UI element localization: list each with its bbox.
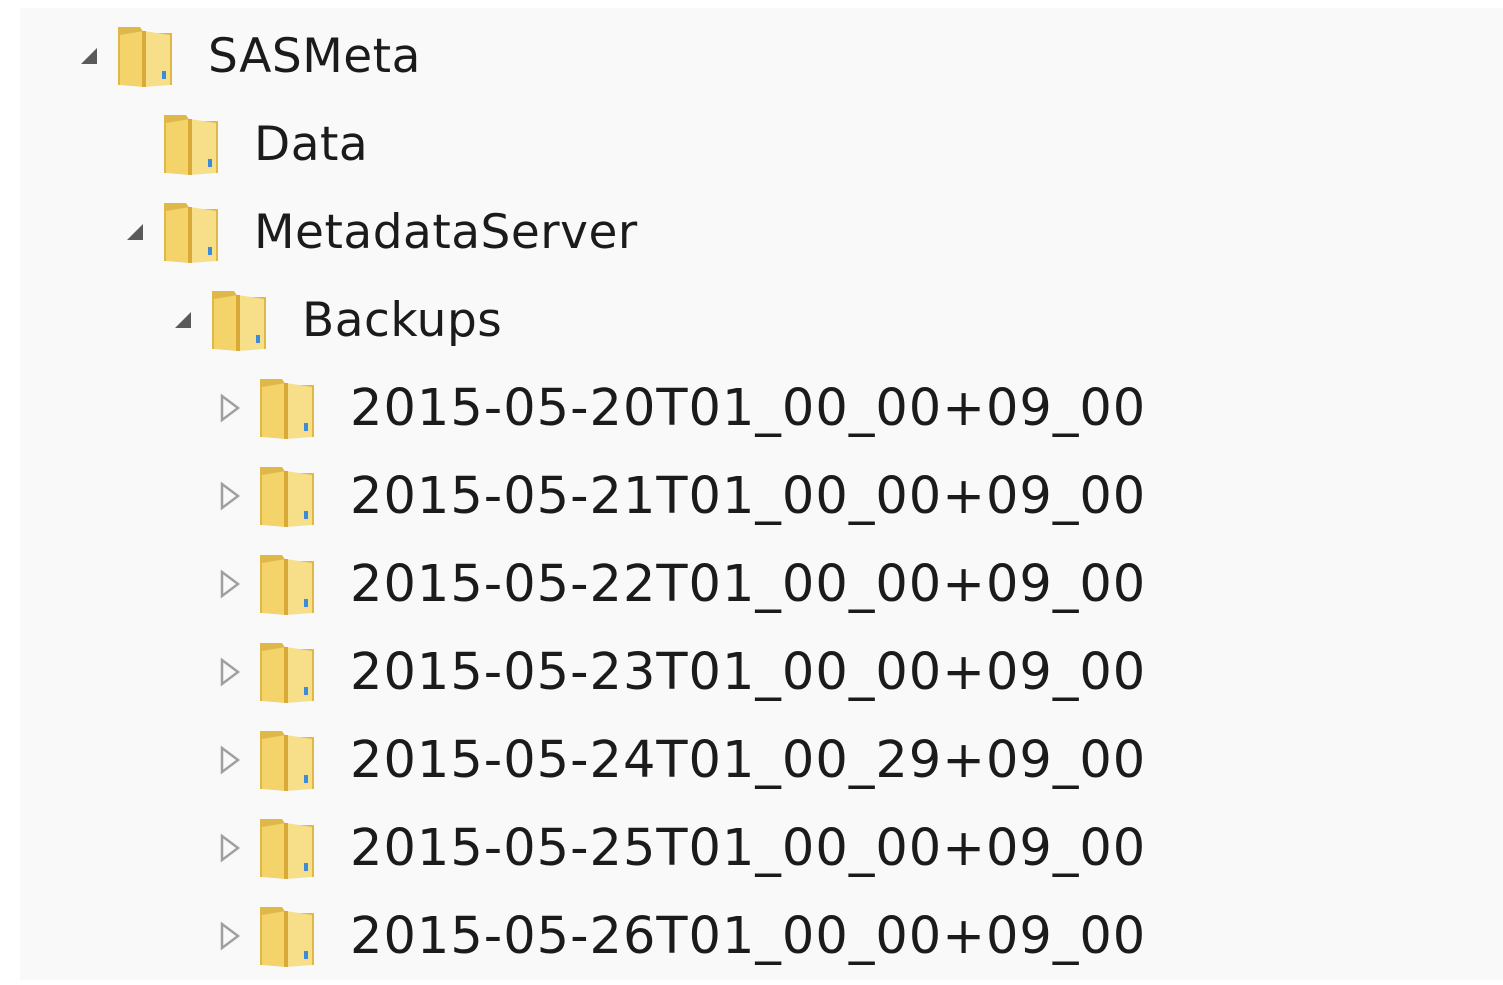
tree-item-label: 2015-05-22T01_00_00+09_00 bbox=[350, 554, 1147, 614]
tree-item-backup[interactable]: 2015-05-24T01_00_29+09_00 bbox=[210, 716, 1146, 804]
collapsed-arrow-icon[interactable] bbox=[210, 476, 250, 516]
folder-icon bbox=[160, 111, 224, 177]
tree-item-backup[interactable]: 2015-05-26T01_00_00+09_00 bbox=[210, 892, 1146, 980]
tree-item-label: SASMeta bbox=[208, 28, 421, 84]
collapsed-arrow-icon[interactable] bbox=[210, 564, 250, 604]
tree-item-label: 2015-05-21T01_00_00+09_00 bbox=[350, 466, 1147, 526]
tree-item-label: 2015-05-25T01_00_00+09_00 bbox=[350, 818, 1147, 878]
collapsed-arrow-icon[interactable] bbox=[210, 652, 250, 692]
collapsed-arrow-icon[interactable] bbox=[210, 916, 250, 956]
folder-icon bbox=[256, 903, 320, 969]
tree-item-data[interactable]: Data bbox=[160, 100, 368, 188]
folder-icon bbox=[208, 287, 272, 353]
folder-tree-view: SASMeta Data MetadataServer Backups 2015… bbox=[0, 0, 1503, 985]
tree-item-metadataserver[interactable]: MetadataServer bbox=[114, 188, 638, 276]
tree-item-label: Data bbox=[254, 116, 369, 172]
folder-icon bbox=[256, 375, 320, 441]
folder-icon bbox=[256, 639, 320, 705]
expanded-arrow-icon[interactable] bbox=[68, 36, 108, 76]
tree-item-backup[interactable]: 2015-05-21T01_00_00+09_00 bbox=[210, 452, 1146, 540]
tree-item-label: 2015-05-26T01_00_00+09_00 bbox=[350, 906, 1147, 966]
tree-item-label: 2015-05-24T01_00_29+09_00 bbox=[350, 730, 1147, 790]
collapsed-arrow-icon[interactable] bbox=[210, 740, 250, 780]
folder-icon bbox=[114, 23, 178, 89]
tree-item-backups[interactable]: Backups bbox=[162, 276, 502, 364]
tree-item-backup[interactable]: 2015-05-23T01_00_00+09_00 bbox=[210, 628, 1146, 716]
tree-item-backup[interactable]: 2015-05-22T01_00_00+09_00 bbox=[210, 540, 1146, 628]
collapsed-arrow-icon[interactable] bbox=[210, 828, 250, 868]
expanded-arrow-icon[interactable] bbox=[162, 300, 202, 340]
folder-icon bbox=[256, 727, 320, 793]
tree-item-label: 2015-05-23T01_00_00+09_00 bbox=[350, 642, 1147, 702]
tree-item-backup[interactable]: 2015-05-25T01_00_00+09_00 bbox=[210, 804, 1146, 892]
tree-item-label: 2015-05-20T01_00_00+09_00 bbox=[350, 378, 1147, 438]
tree-item-label: Backups bbox=[302, 292, 503, 348]
folder-icon bbox=[256, 815, 320, 881]
folder-icon bbox=[256, 463, 320, 529]
tree-panel: SASMeta Data MetadataServer Backups 2015… bbox=[20, 8, 1503, 980]
tree-item-sasmeta[interactable]: SASMeta bbox=[68, 12, 421, 100]
expanded-arrow-icon[interactable] bbox=[114, 212, 154, 252]
tree-item-backup[interactable]: 2015-05-20T01_00_00+09_00 bbox=[210, 364, 1146, 452]
tree-item-label: MetadataServer bbox=[254, 204, 638, 260]
collapsed-arrow-icon[interactable] bbox=[210, 388, 250, 428]
folder-icon bbox=[160, 199, 224, 265]
folder-icon bbox=[256, 551, 320, 617]
